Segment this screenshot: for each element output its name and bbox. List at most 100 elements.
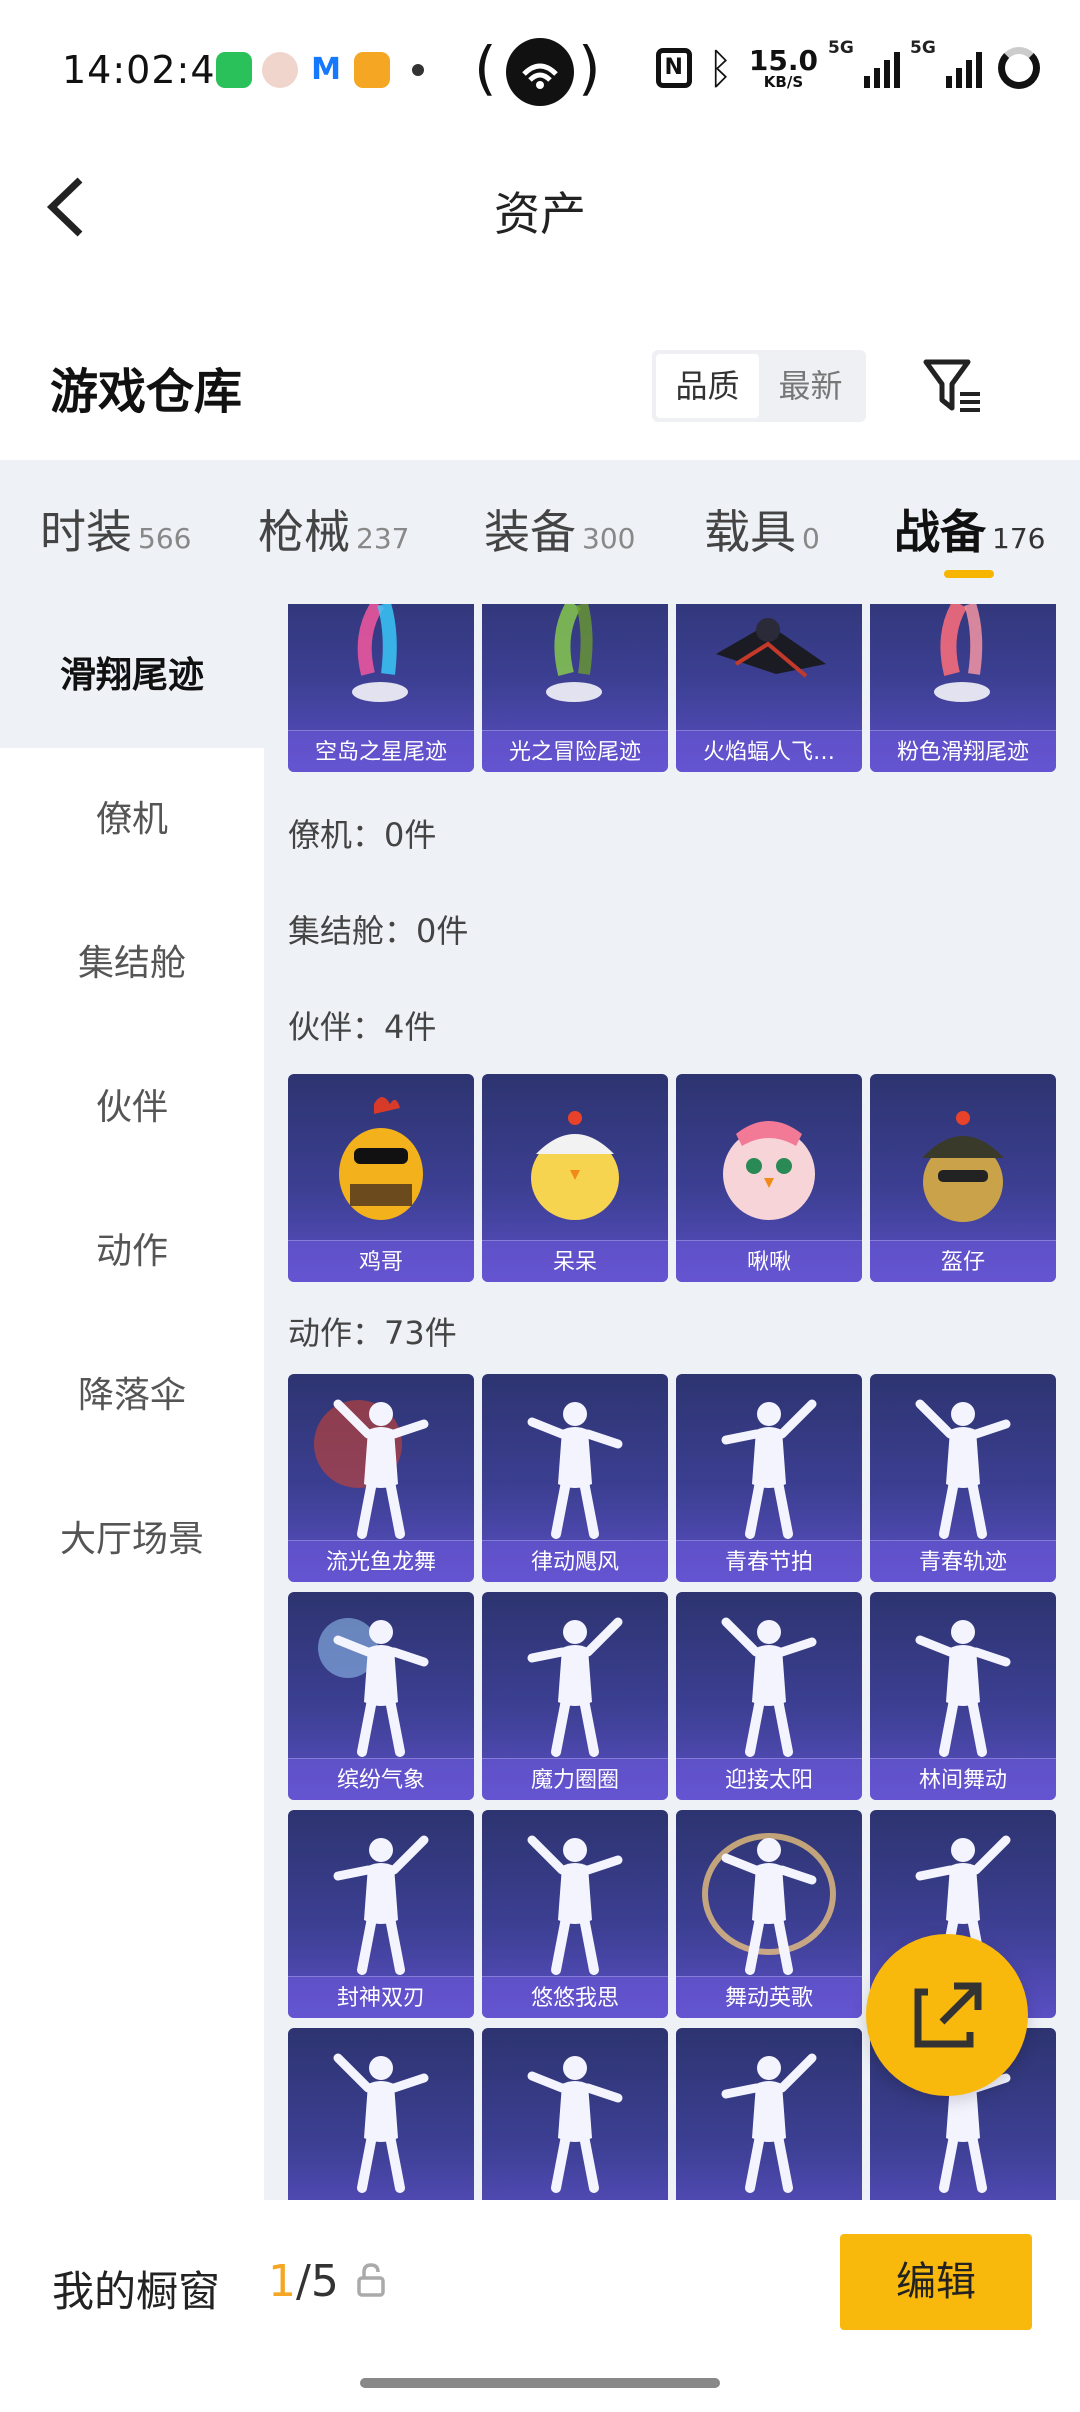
signal-icon-sim2: 5G (910, 38, 982, 88)
item-card[interactable]: 鸡哥 (288, 1074, 474, 1282)
page-title: 资产 (494, 187, 586, 241)
dancer-silhouette-art (314, 1399, 429, 1539)
partner-count-label: 伙伴：4件 (288, 1008, 437, 1046)
dancer-silhouette-art (333, 1835, 429, 1975)
glide-trail-art (546, 604, 602, 702)
emote-count-label: 动作：73件 (288, 1314, 457, 1352)
item-name: 光之冒险尾迹 (508, 740, 641, 765)
emote-name: 律动飓风 (530, 1550, 619, 1575)
chicken-partner-art (339, 1097, 423, 1220)
emote-card[interactable]: 律动飓风 (482, 1374, 668, 1582)
status-icons: N ᛒ 15.0 KB/S 5G 5G (655, 38, 1040, 96)
emote-card[interactable]: 舞动英歌 (676, 1810, 862, 2018)
item-name: 鸡哥 (358, 1250, 403, 1275)
tab-equipment[interactable]: 装备 300 (484, 496, 635, 576)
sidebar-item-wingman[interactable]: 僚机 (0, 748, 264, 892)
network-speed: 15.0 KB/S (748, 43, 818, 91)
item-card[interactable]: 光之冒险尾迹 (482, 604, 668, 772)
sidebar-item-parachute[interactable]: 降落伞 (0, 1324, 264, 1468)
bottom-bar: 我的橱窗 1/5 编辑 (0, 2200, 1080, 2412)
item-card[interactable]: 空岛之星尾迹 (288, 604, 474, 772)
nfc-icon: N (655, 48, 692, 88)
sidebar-item-partner[interactable]: 伙伴 (0, 1036, 264, 1180)
sidebar-item-rally-pod[interactable]: 集结舱 (0, 892, 264, 1036)
emote-card[interactable]: 青春节拍 (676, 1374, 862, 1582)
hotspot-indicator: ( ) (474, 26, 601, 114)
emote-name: 林间舞动 (918, 1768, 1007, 1793)
emote-card[interactable]: 流光鱼龙舞 (288, 1374, 474, 1582)
helmet-chick-partner-art (922, 1111, 1004, 1222)
warehouse-title: 游戏仓库 (50, 364, 243, 420)
dancer-silhouette-art (721, 1617, 817, 1757)
emote-name: 青春节拍 (724, 1550, 813, 1575)
avatar-notification-icon (262, 52, 298, 88)
item-name: 火焰蝠人飞… (702, 740, 835, 765)
emote-name: 舞动英歌 (724, 1986, 813, 2011)
wechat-icon (216, 52, 252, 88)
emote-card[interactable] (676, 2028, 862, 2200)
item-name: 呆呆 (552, 1250, 597, 1275)
emote-card[interactable] (288, 2028, 474, 2200)
wifi-hotspot-icon (506, 38, 574, 106)
emote-card[interactable] (482, 2028, 668, 2200)
emote-card[interactable]: 悠悠我思 (482, 1810, 668, 2018)
item-card[interactable]: 粉色滑翔尾迹 (870, 604, 1056, 772)
emote-card[interactable]: 迎接太阳 (676, 1592, 862, 1800)
hotspot-paren-right: ) (578, 34, 601, 102)
emote-card[interactable]: 林间舞动 (870, 1592, 1056, 1800)
item-card[interactable]: 盔仔 (870, 1074, 1056, 1282)
weibo-icon (354, 52, 390, 88)
signal-icon-sim1: 5G (828, 38, 900, 88)
chick-partner-art (531, 1111, 619, 1220)
sidebar-item-glide-trail[interactable]: 滑翔尾迹 (0, 604, 264, 748)
wingman-count-label: 僚机：0件 (288, 816, 437, 854)
item-card[interactable]: 啾啾 (676, 1074, 862, 1282)
tab-fashion[interactable]: 时装 566 (40, 496, 191, 576)
item-card[interactable]: 火焰蝠人飞… (676, 604, 862, 772)
home-indicator (360, 2378, 720, 2388)
dancer-silhouette-art (527, 1402, 623, 1539)
item-name: 空岛之星尾迹 (314, 740, 447, 765)
sidebar-item-emote[interactable]: 动作 (0, 1180, 264, 1324)
m-app-icon: M (311, 52, 341, 87)
dancer-silhouette-art (721, 2053, 817, 2193)
batman-glider-art (716, 618, 826, 678)
emote-card[interactable]: 封神双刃 (288, 1810, 474, 2018)
dot-icon (412, 64, 424, 76)
active-tab-indicator (944, 570, 994, 578)
filter-button[interactable] (922, 356, 984, 416)
emote-name: 缤纷气象 (336, 1768, 425, 1793)
tab-war-prep[interactable]: 战备 176 (894, 496, 1045, 576)
sidebar-item-lobby-scene[interactable]: 大厅场景 (0, 1468, 264, 1612)
rally-pod-count-label: 集结舱：0件 (288, 912, 469, 950)
dancer-silhouette-art (915, 1399, 1011, 1539)
dancer-silhouette-art (915, 1620, 1011, 1757)
dancer-silhouette-art (318, 1618, 429, 1757)
glide-trail-art (934, 604, 990, 702)
lock-icon (356, 2262, 386, 2298)
dancer-silhouette-art (527, 1835, 623, 1975)
tab-vehicles[interactable]: 载具 0 (704, 496, 820, 576)
emote-card[interactable]: 青春轨迹 (870, 1374, 1056, 1582)
edit-button[interactable]: 编辑 (840, 2234, 1032, 2330)
glide-trail-art (352, 604, 408, 702)
battery-icon (998, 47, 1040, 89)
emote-card[interactable]: 魔力圈圈 (482, 1592, 668, 1800)
sidebar: 滑翔尾迹 僚机 集结舱 伙伴 动作 降落伞 大厅场景 (0, 604, 264, 2200)
share-icon (914, 1982, 982, 2048)
sort-newest-button[interactable]: 最新 (759, 354, 862, 418)
emote-name: 悠悠我思 (530, 1986, 619, 2011)
sort-quality-button[interactable]: 品质 (656, 354, 759, 418)
item-name: 粉色滑翔尾迹 (896, 740, 1029, 765)
emote-name: 魔力圈圈 (530, 1768, 619, 1793)
share-button[interactable] (866, 1934, 1028, 2096)
emote-card[interactable]: 缤纷气象 (288, 1592, 474, 1800)
emote-name: 流光鱼龙舞 (325, 1550, 436, 1575)
item-card[interactable]: 呆呆 (482, 1074, 668, 1282)
pink-bird-partner-art (723, 1121, 815, 1220)
tab-firearms[interactable]: 枪械 237 (258, 496, 409, 576)
dancer-silhouette-art (333, 2053, 429, 2193)
dancer-silhouette-art (702, 1833, 836, 1975)
hotspot-paren-left: ( (474, 34, 497, 102)
category-tabs: 时装 566 枪械 237 装备 300 载具 0 战备 176 (0, 460, 1080, 604)
